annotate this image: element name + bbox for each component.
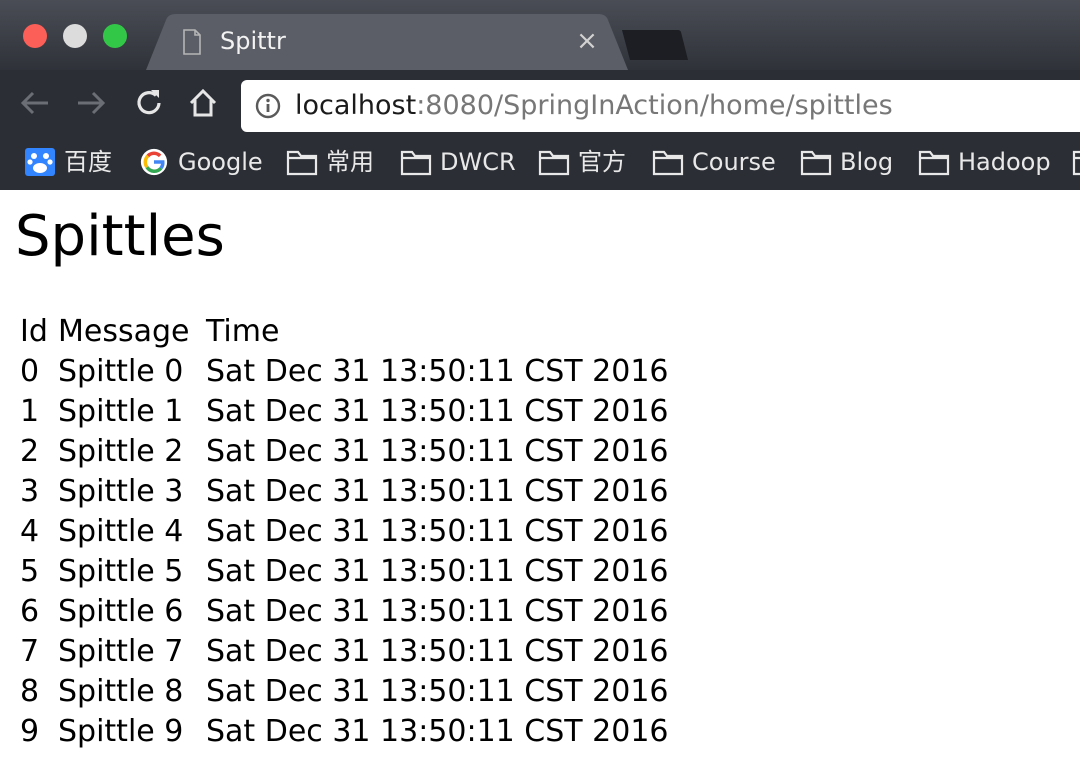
cell-time: Sat Dec 31 13:50:11 CST 2016 [206, 714, 669, 749]
cell-id: 1 [20, 394, 40, 429]
tab-strip: Spittr × [0, 0, 1080, 70]
bookmark-google[interactable]: Google [138, 144, 263, 180]
cell-time: Sat Dec 31 13:50:11 CST 2016 [206, 394, 669, 429]
bookmark-label: 常用 [326, 148, 374, 176]
cell-id: 5 [20, 554, 40, 589]
table-row: 3 Spittle 3 Sat Dec 31 13:50:11 CST 2016 [20, 472, 675, 512]
bookmark-folder-hadoop[interactable]: Hadoop [918, 144, 1051, 180]
bookmark-label: 百度 [64, 148, 112, 176]
url-path: :8080/SpringInAction/home/spittles [416, 90, 893, 121]
table-row: 0 Spittle 0 Sat Dec 31 13:50:11 CST 2016 [20, 352, 675, 392]
cell-time: Sat Dec 31 13:50:11 CST 2016 [206, 554, 669, 589]
cell-id: 4 [20, 514, 40, 549]
cell-message: Spittle 8 [58, 674, 184, 709]
window-maximize-button[interactable] [103, 24, 127, 48]
cell-id: 0 [20, 354, 40, 389]
bookmark-folder-blog[interactable]: Blog [800, 144, 893, 180]
folder-icon [400, 150, 432, 176]
cell-message: Spittle 7 [58, 634, 184, 669]
baidu-icon [25, 148, 55, 176]
cell-message: Spittle 3 [58, 474, 184, 509]
page-title: Spittles [15, 204, 225, 269]
tab-title: Spittr [220, 27, 286, 55]
url-host: localhost [295, 90, 417, 121]
cell-message: Spittle 4 [58, 514, 184, 549]
folder-icon [918, 150, 950, 176]
toolbar: localhost:8080/SpringInAction/home/spitt… [0, 70, 1080, 136]
table-row: 2 Spittle 2 Sat Dec 31 13:50:11 CST 2016 [20, 432, 675, 472]
table-row: 4 Spittle 4 Sat Dec 31 13:50:11 CST 2016 [20, 512, 675, 552]
folder-icon [538, 150, 570, 176]
table-header-row: Id Message Time [20, 312, 675, 352]
spittles-table: Id Message Time 0 Spittle 0 Sat Dec 31 13:… [20, 312, 675, 752]
browser-chrome: Spittr × localhost:8080/SpringInAction/h… [0, 0, 1080, 190]
new-tab-button[interactable] [622, 28, 688, 62]
cell-id: 7 [20, 634, 40, 669]
bookmark-label: Google [178, 148, 263, 176]
bookmark-folder-changyong[interactable]: 常用 [286, 144, 374, 180]
page-icon [183, 29, 201, 55]
table-row: 8 Spittle 8 Sat Dec 31 13:50:11 CST 2016 [20, 672, 675, 712]
folder-icon [652, 150, 684, 176]
cell-time: Sat Dec 31 13:50:11 CST 2016 [206, 434, 669, 469]
folder-icon [800, 150, 832, 176]
cell-id: 8 [20, 674, 40, 709]
window-close-button[interactable] [23, 24, 47, 48]
cell-message: Spittle 2 [58, 434, 184, 469]
table-row: 6 Spittle 6 Sat Dec 31 13:50:11 CST 2016 [20, 592, 675, 632]
cell-message: Spittle 1 [58, 394, 184, 429]
column-header-time: Time [206, 314, 280, 349]
bookmark-label: Blog [840, 148, 894, 176]
cell-message: Spittle 6 [58, 594, 184, 629]
back-arrow-icon[interactable] [18, 86, 52, 120]
reload-icon[interactable] [132, 86, 166, 120]
table-row: 1 Spittle 1 Sat Dec 31 13:50:11 CST 2016 [20, 392, 675, 432]
cell-time: Sat Dec 31 13:50:11 CST 2016 [206, 354, 669, 389]
column-header-id: Id [20, 314, 48, 349]
cell-time: Sat Dec 31 13:50:11 CST 2016 [206, 634, 669, 669]
folder-icon [1072, 150, 1080, 176]
url-text[interactable]: localhost:8080/SpringInAction/home/spitt… [295, 90, 893, 122]
table-row: 9 Spittle 9 Sat Dec 31 13:50:11 CST 2016 [20, 712, 675, 752]
cell-time: Sat Dec 31 13:50:11 CST 2016 [206, 474, 669, 509]
page-content: Spittles Id Message Time 0 Spittle 0 Sat D… [0, 190, 1080, 778]
cell-time: Sat Dec 31 13:50:11 CST 2016 [206, 674, 669, 709]
table-row: 5 Spittle 5 Sat Dec 31 13:50:11 CST 2016 [20, 552, 675, 592]
bookmark-label: Course [692, 148, 776, 176]
info-icon[interactable] [255, 93, 281, 119]
bookmark-folder-dwcr[interactable]: DWCR [400, 144, 516, 180]
home-icon[interactable] [186, 86, 220, 120]
window-minimize-button[interactable] [63, 24, 87, 48]
bookmark-label: DWCR [440, 148, 516, 176]
column-header-message: Message [58, 314, 190, 349]
bookmark-label: 官方 [578, 148, 626, 176]
cell-time: Sat Dec 31 13:50:11 CST 2016 [206, 514, 669, 549]
cell-id: 2 [20, 434, 40, 469]
bookmark-folder-overflow[interactable] [1072, 144, 1080, 180]
cell-message: Spittle 5 [58, 554, 184, 589]
cell-message: Spittle 9 [58, 714, 184, 749]
cell-id: 9 [20, 714, 40, 749]
folder-icon [286, 150, 318, 176]
forward-arrow-icon[interactable] [74, 86, 108, 120]
google-icon [140, 148, 168, 176]
table-row: 7 Spittle 7 Sat Dec 31 13:50:11 CST 2016 [20, 632, 675, 672]
cell-id: 6 [20, 594, 40, 629]
address-bar[interactable]: localhost:8080/SpringInAction/home/spitt… [241, 80, 1080, 132]
tab-spittr[interactable]: Spittr × [146, 14, 628, 70]
bookmark-folder-guanfang[interactable]: 官方 [538, 144, 626, 180]
tab-shape [146, 14, 628, 70]
bookmark-label: Hadoop [958, 148, 1051, 176]
tab-close-icon[interactable]: × [574, 28, 600, 54]
bookmarks-bar: 百度 Google 常用 DWCR 官方 Course Blog Hadoop [0, 136, 1080, 190]
cell-time: Sat Dec 31 13:50:11 CST 2016 [206, 594, 669, 629]
bookmark-folder-course[interactable]: Course [652, 144, 776, 180]
cell-id: 3 [20, 474, 40, 509]
cell-message: Spittle 0 [58, 354, 184, 389]
bookmark-baidu[interactable]: 百度 [24, 144, 112, 180]
